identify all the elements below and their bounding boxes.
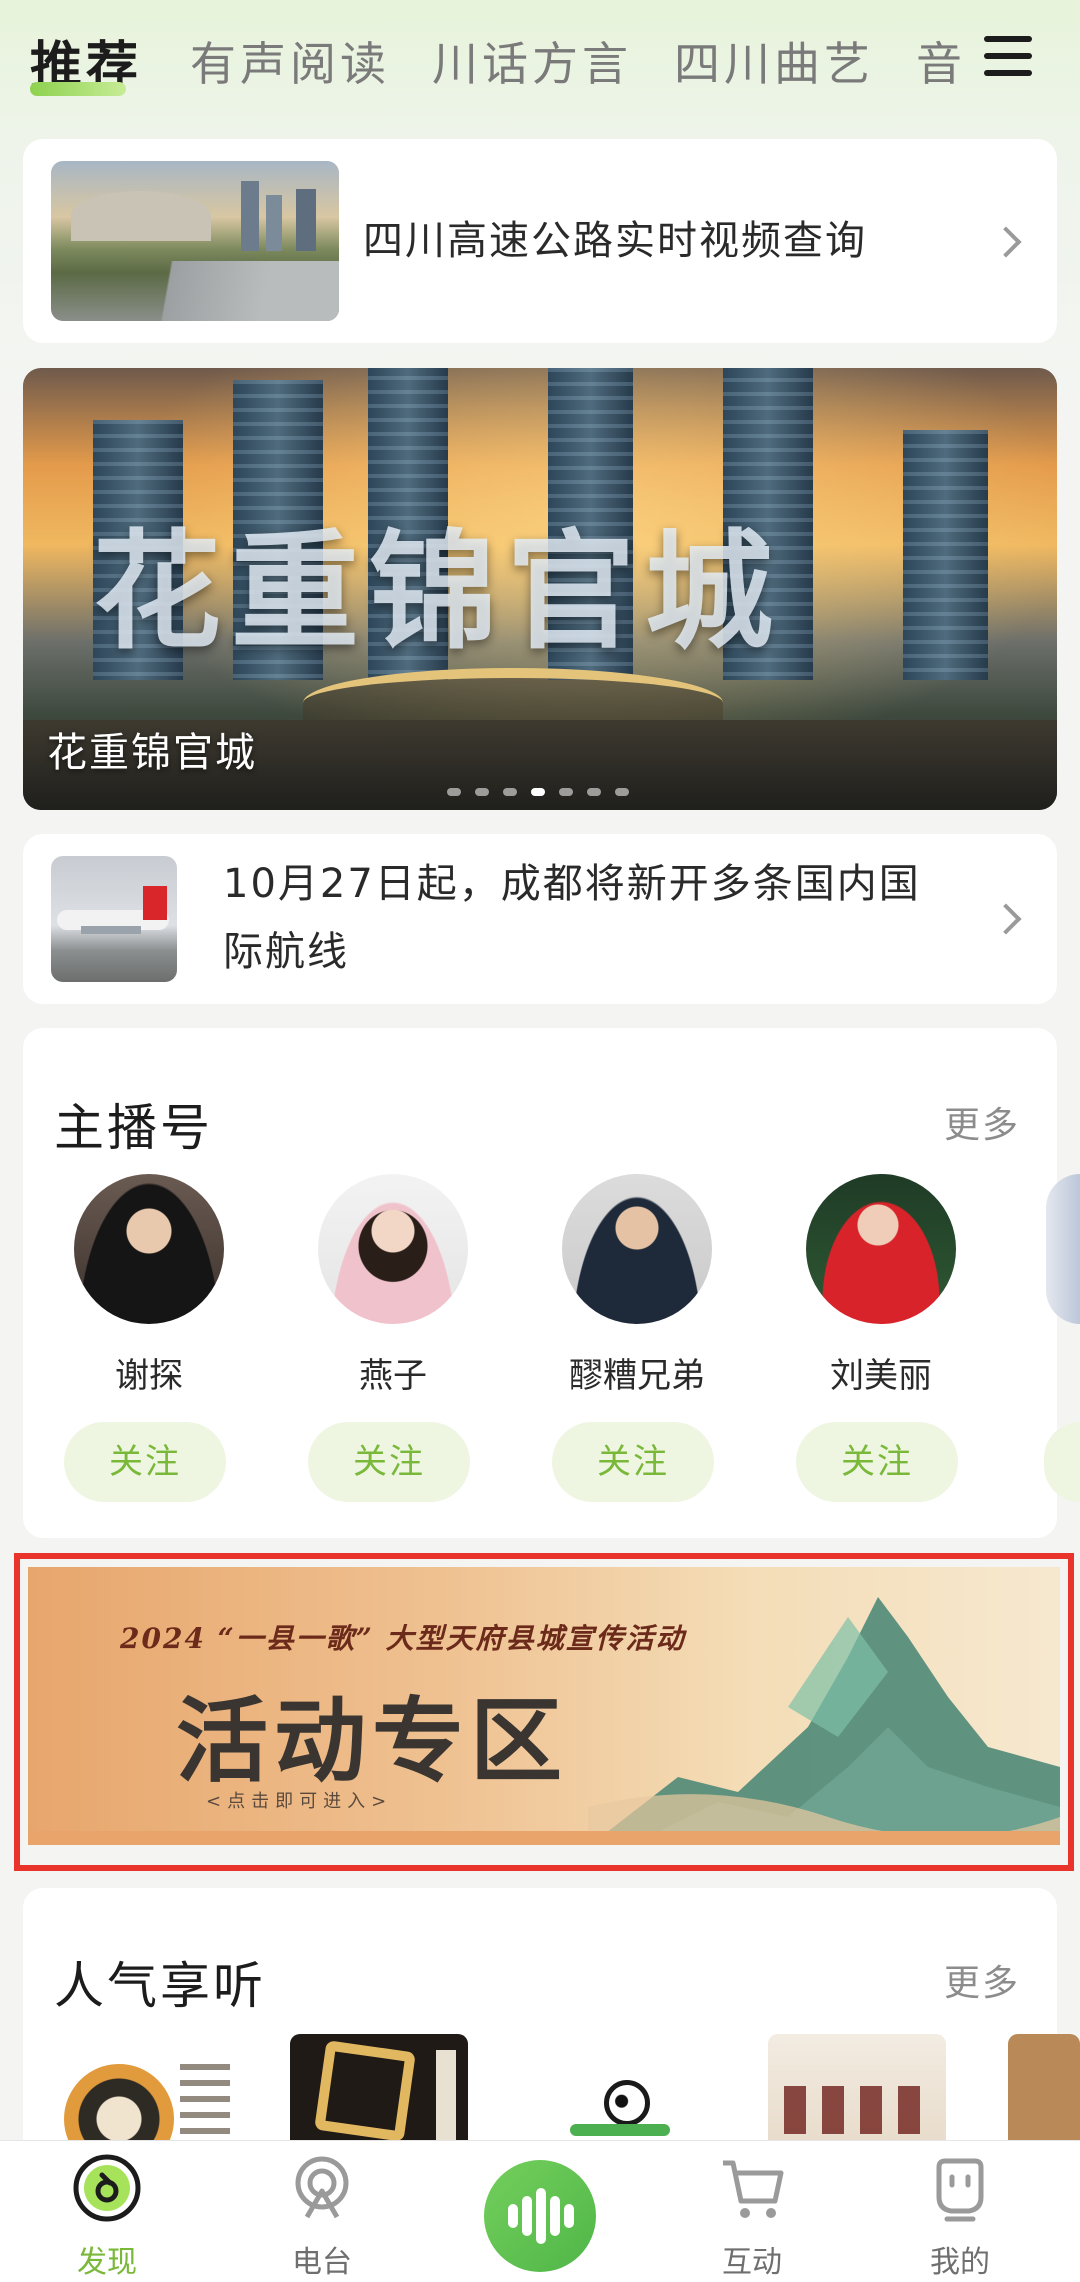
anchor-item[interactable]: 谢探 关注 bbox=[64, 1174, 234, 1510]
avatar bbox=[806, 1174, 956, 1324]
news-title-line1: 10月27日起，成都将新开多条国内国 bbox=[223, 861, 921, 907]
promo-hint: <点击即可进入> bbox=[206, 1791, 393, 1812]
more-popular-link[interactable]: 更多 bbox=[944, 1954, 1020, 2006]
tab-music[interactable]: 音 bbox=[916, 28, 966, 94]
anchor-item[interactable]: 刘美丽 关注 bbox=[796, 1174, 966, 1510]
news-thumbnail bbox=[51, 856, 177, 982]
follow-button[interactable]: 关注 bbox=[552, 1422, 714, 1502]
nav-radio[interactable]: 电台 bbox=[262, 2153, 382, 2281]
anchor-name: 谢探 bbox=[115, 1356, 183, 1396]
avatar-partial bbox=[1046, 1174, 1080, 1324]
avatar bbox=[562, 1174, 712, 1324]
anchor-name: 醪糟兄弟 bbox=[569, 1356, 705, 1396]
album-cover[interactable] bbox=[530, 2034, 708, 2144]
tab-audiobook[interactable]: 有声阅读 bbox=[190, 28, 390, 94]
album-cover[interactable] bbox=[290, 2034, 468, 2144]
anchor-name: 燕子 bbox=[359, 1356, 427, 1396]
album-cover[interactable] bbox=[768, 2034, 946, 2144]
audio-wave-icon bbox=[508, 2188, 574, 2244]
nav-label: 互动 bbox=[722, 2245, 782, 2280]
album-cover-partial[interactable] bbox=[1008, 2034, 1080, 2144]
nav-discover[interactable]: 发现 bbox=[47, 2153, 167, 2281]
hero-banner[interactable]: 花重锦官城 花重锦官城 bbox=[23, 368, 1057, 810]
follow-button[interactable]: 关注 bbox=[796, 1422, 958, 1502]
section-title-popular: 人气享听 bbox=[54, 1957, 266, 2015]
radio-icon bbox=[295, 2156, 349, 2219]
news-title: 四川高速公路实时视频查询 bbox=[363, 218, 867, 264]
anchor-item[interactable]: 醪糟兄弟 关注 bbox=[552, 1174, 722, 1510]
banner-headline: 花重锦官城 bbox=[93, 518, 784, 667]
activity-banner[interactable]: 2024 “一县一歌” 大型天府县城宣传活动 活动专区 <点击即可进入> bbox=[28, 1567, 1060, 1845]
promo-subtitle: 2024 “一县一歌” 大型天府县城宣传活动 bbox=[120, 1622, 686, 1655]
profile-icon bbox=[936, 2158, 984, 2222]
tab-folk-art[interactable]: 四川曲艺 bbox=[674, 28, 874, 94]
news-card-highway[interactable]: 四川高速公路实时视频查询 bbox=[23, 139, 1057, 343]
nav-label: 我的 bbox=[930, 2245, 990, 2280]
news-thumbnail bbox=[51, 161, 339, 321]
follow-button[interactable]: 关注 bbox=[308, 1422, 470, 1502]
anchor-name: 刘美丽 bbox=[830, 1356, 932, 1396]
tab-dialect[interactable]: 川话方言 bbox=[432, 28, 632, 94]
news-card-flights[interactable]: 10月27日起，成都将新开多条国内国 际航线 bbox=[23, 834, 1057, 1004]
nav-label: 发现 bbox=[77, 2245, 137, 2280]
chevron-right-icon bbox=[990, 903, 1022, 935]
follow-button[interactable]: 关注 bbox=[64, 1422, 226, 1502]
avatar bbox=[318, 1174, 468, 1324]
audio-wave-button[interactable] bbox=[484, 2160, 596, 2272]
banner-caption: 花重锦官城 bbox=[47, 730, 257, 776]
anchor-item[interactable]: 燕子 关注 bbox=[308, 1174, 478, 1510]
chevron-right-icon bbox=[990, 226, 1022, 258]
top-tab-bar: 推荐 有声阅读 川话方言 四川曲艺 音 bbox=[0, 0, 1080, 130]
nav-profile[interactable]: 我的 bbox=[900, 2153, 1020, 2281]
section-title-anchors: 主播号 bbox=[54, 1099, 213, 1157]
news-title-line2: 际航线 bbox=[223, 929, 349, 975]
nav-label: 电台 bbox=[292, 2245, 352, 2280]
more-anchors-link[interactable]: 更多 bbox=[944, 1096, 1020, 1148]
cart-icon bbox=[723, 2160, 784, 2218]
nav-interact[interactable]: 互动 bbox=[692, 2153, 812, 2281]
promo-title: 活动专区 bbox=[176, 1688, 569, 1795]
avatar bbox=[74, 1174, 224, 1324]
album-cover[interactable] bbox=[56, 2034, 234, 2144]
promo-highlight-frame: 2024 “一县一歌” 大型天府县城宣传活动 活动专区 <点击即可进入> bbox=[14, 1553, 1074, 1871]
active-tab-indicator bbox=[30, 82, 126, 96]
menu-icon[interactable] bbox=[984, 36, 1032, 78]
discover-icon bbox=[73, 2154, 141, 2222]
